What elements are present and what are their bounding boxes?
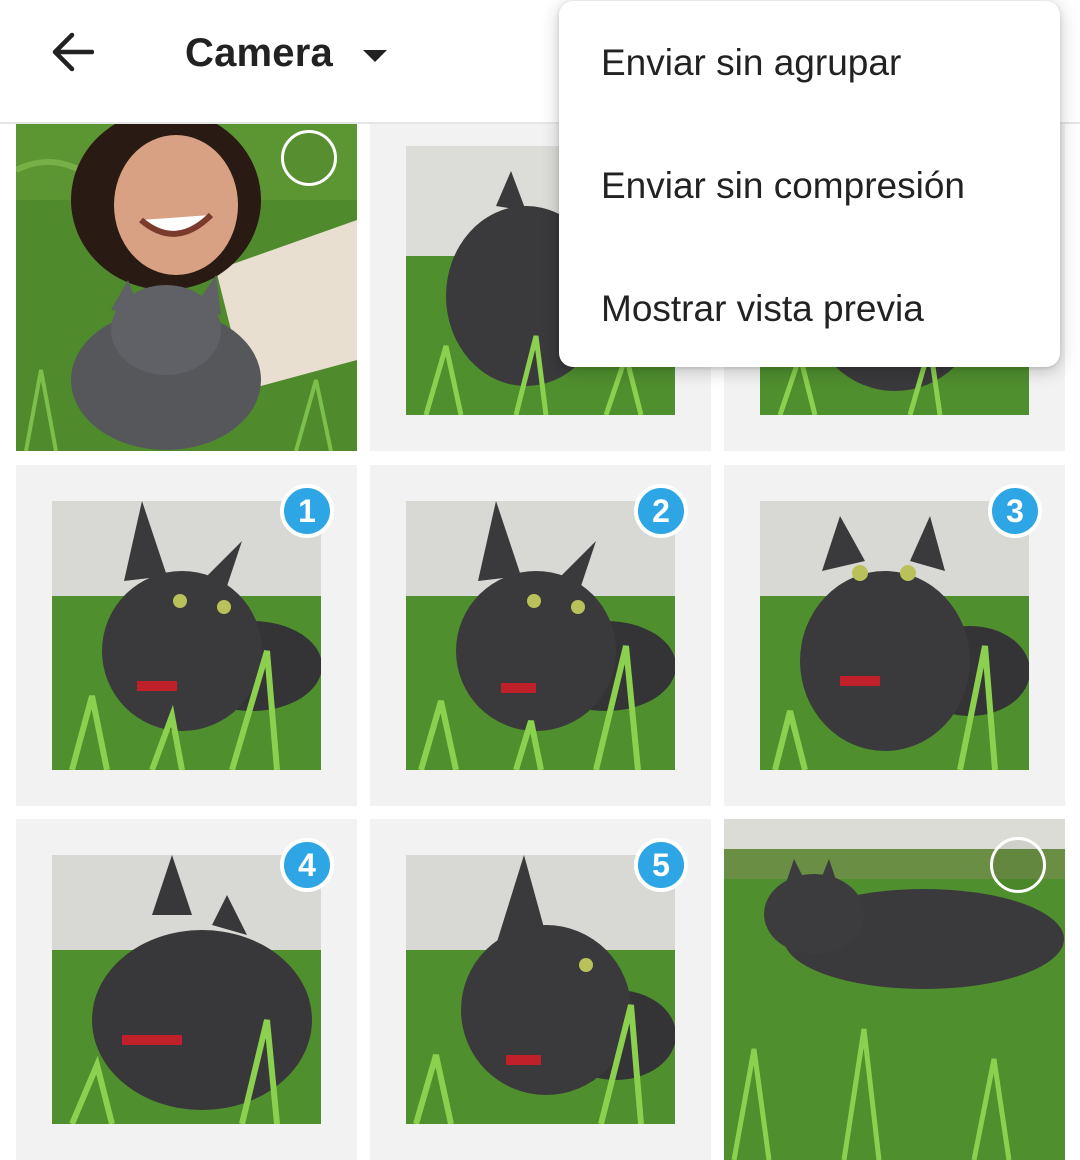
overflow-menu: Enviar sin agrupar Enviar sin compresión… bbox=[559, 1, 1060, 367]
photo-cell-6[interactable]: 3 bbox=[724, 465, 1065, 806]
cat-in-grass-photo bbox=[406, 501, 675, 770]
selection-order-number: 3 bbox=[1006, 492, 1024, 529]
selection-order-badge[interactable]: 3 bbox=[988, 484, 1042, 538]
photo-cell-5[interactable]: 2 bbox=[370, 465, 711, 806]
selection-order-badge[interactable]: 1 bbox=[280, 484, 334, 538]
menu-item-send-uncompressed[interactable]: Enviar sin compresión bbox=[559, 126, 1060, 246]
menu-item-label: Enviar sin agrupar bbox=[601, 42, 902, 83]
photo-cell-7[interactable]: 4 bbox=[16, 819, 357, 1160]
menu-item-send-ungrouped[interactable]: Enviar sin agrupar bbox=[559, 3, 1060, 123]
menu-item-label: Enviar sin compresión bbox=[601, 165, 965, 206]
selection-order-number: 2 bbox=[652, 492, 670, 529]
back-button[interactable] bbox=[40, 24, 104, 80]
select-circle-icon[interactable] bbox=[281, 130, 337, 186]
selection-order-number: 1 bbox=[298, 492, 316, 529]
selection-order-badge[interactable]: 5 bbox=[634, 838, 688, 892]
album-title: Camera bbox=[185, 30, 333, 75]
cat-in-grass-photo bbox=[52, 855, 321, 1124]
photo-cell-4[interactable]: 1 bbox=[16, 465, 357, 806]
photo-cell-8[interactable]: 5 bbox=[370, 819, 711, 1160]
photo-cell-9[interactable] bbox=[724, 819, 1065, 1160]
selection-order-number: 4 bbox=[298, 846, 316, 883]
photo-cell-1[interactable] bbox=[16, 110, 357, 451]
selection-order-number: 5 bbox=[652, 846, 670, 883]
menu-item-label: Mostrar vista previa bbox=[601, 288, 924, 329]
caret-down-icon bbox=[362, 50, 387, 62]
select-circle-icon[interactable] bbox=[990, 837, 1046, 893]
cat-in-grass-photo bbox=[760, 501, 1029, 770]
album-selector[interactable]: Camera bbox=[185, 28, 387, 78]
selection-order-badge[interactable]: 2 bbox=[634, 484, 688, 538]
selection-order-badge[interactable]: 4 bbox=[280, 838, 334, 892]
cat-in-grass-photo bbox=[52, 501, 321, 770]
arrow-left-icon bbox=[52, 32, 94, 72]
menu-item-show-preview[interactable]: Mostrar vista previa bbox=[559, 249, 1060, 369]
cat-in-grass-photo bbox=[406, 855, 675, 1124]
